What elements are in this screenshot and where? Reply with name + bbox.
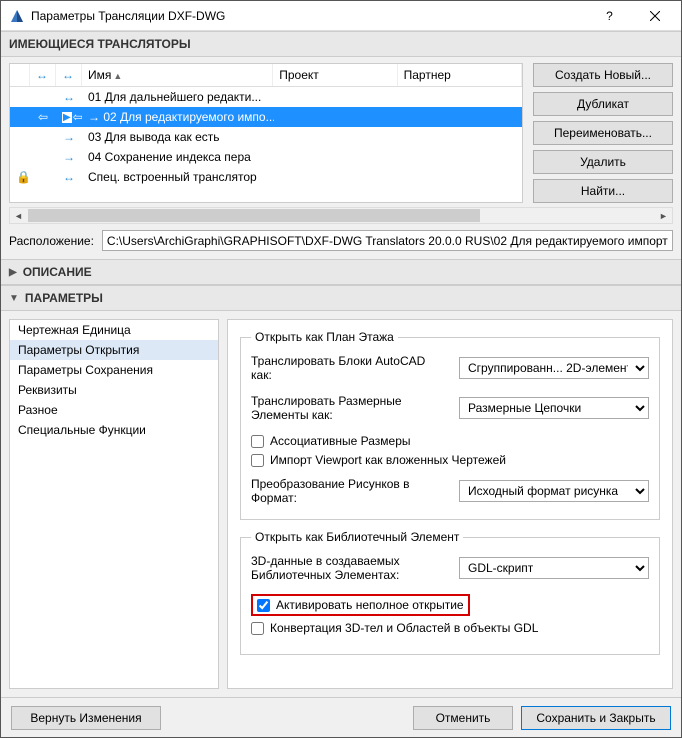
label-convert-3d: Конвертация 3D-тел и Областей в объекты … xyxy=(270,621,538,635)
select-3d-data[interactable]: GDL-скрипт xyxy=(459,557,649,579)
col-partner[interactable]: Партнер xyxy=(398,64,522,86)
revert-button[interactable]: Вернуть Изменения xyxy=(11,706,161,730)
row-name: Спец. встроенный транслятор xyxy=(82,169,274,185)
find-button[interactable]: Найти... xyxy=(533,179,673,203)
settings-panel: Открыть как План Этажа Транслировать Бло… xyxy=(227,319,673,689)
col-name[interactable]: Имя▲ xyxy=(82,64,273,86)
chevron-right-icon: ▶ xyxy=(9,267,17,278)
checkbox-convert-3d[interactable] xyxy=(251,622,264,635)
list-item[interactable]: Специальные Функции xyxy=(10,420,218,440)
highlighted-option: Активировать неполное открытие xyxy=(251,594,470,616)
scroll-left-icon[interactable]: ◄ xyxy=(10,208,27,223)
chevron-down-icon: ▼ xyxy=(9,293,19,304)
scroll-thumb[interactable] xyxy=(28,209,480,222)
col-project[interactable]: Проект xyxy=(273,64,397,86)
table-row[interactable]: ⇦▶⇦→ 02 Для редактируемого импо... xyxy=(10,107,522,127)
footer-buttons: Вернуть Изменения Отменить Сохранить и З… xyxy=(1,697,681,737)
table-row[interactable]: →04 Сохранение индекса пера xyxy=(10,147,522,167)
cancel-button[interactable]: Отменить xyxy=(413,706,513,730)
help-button[interactable]: ? xyxy=(587,2,632,30)
dialog-window: Параметры Трансляции DXF-DWG ? ИМЕЮЩИЕСЯ… xyxy=(0,0,682,738)
select-pictures[interactable]: Исходный формат рисунка xyxy=(459,480,649,502)
arrow-icon: ⇦ xyxy=(73,110,82,124)
checkbox-assoc-dims[interactable] xyxy=(251,435,264,448)
arrow-icon: ⇦ xyxy=(38,110,48,124)
translators-table: ↔ ↔ Имя▲ Проект Партнер ↔01 Для дальнейш… xyxy=(9,63,523,203)
side-buttons: Создать Новый... Дубликат Переименовать.… xyxy=(533,63,673,203)
row-name: 04 Сохранение индекса пера xyxy=(82,149,274,165)
section-description-header[interactable]: ▶ ОПИСАНИЕ xyxy=(1,259,681,285)
label-pictures: Преобразование Рисунков в Формат: xyxy=(251,477,449,505)
play-icon: ▶ xyxy=(62,112,72,123)
rename-button[interactable]: Переименовать... xyxy=(533,121,673,145)
location-input[interactable] xyxy=(102,230,673,251)
checkbox-import-viewport[interactable] xyxy=(251,454,264,467)
table-row[interactable]: 🔒↔Спец. встроенный транслятор xyxy=(10,167,522,187)
group-floorplan: Открыть как План Этажа Транслировать Бло… xyxy=(240,330,660,520)
section-parameters-header[interactable]: ▼ ПАРАМЕТРЫ xyxy=(1,285,681,311)
table-row[interactable]: ↔01 Для дальнейшего редакти... xyxy=(10,87,522,107)
location-label: Расположение: xyxy=(9,234,94,248)
list-item[interactable]: Параметры Открытия xyxy=(10,340,218,360)
table-body: ↔01 Для дальнейшего редакти...⇦▶⇦→ 02 Дл… xyxy=(10,87,522,187)
table-header: ↔ ↔ Имя▲ Проект Партнер xyxy=(10,64,522,87)
duplicate-button[interactable]: Дубликат xyxy=(533,92,673,116)
row-name: → 02 Для редактируемого импо... xyxy=(82,109,274,125)
window-title: Параметры Трансляции DXF-DWG xyxy=(31,9,587,23)
label-assoc-dims: Ассоциативные Размеры xyxy=(270,434,411,448)
checkbox-partial-open[interactable] xyxy=(257,599,270,612)
scroll-right-icon[interactable]: ► xyxy=(655,208,672,223)
col-arrow1[interactable]: ↔ xyxy=(30,64,56,86)
label-blocks: Транслировать Блоки AutoCAD как: xyxy=(251,354,449,382)
row-name: 03 Для вывода как есть xyxy=(82,129,274,145)
list-item[interactable]: Разное xyxy=(10,400,218,420)
category-list: Чертежная ЕдиницаПараметры ОткрытияПарам… xyxy=(9,319,219,689)
row-name: 01 Для дальнейшего редакти... xyxy=(82,89,274,105)
save-button[interactable]: Сохранить и Закрыть xyxy=(521,706,671,730)
section-translators-header: ИМЕЮЩИЕСЯ ТРАНСЛЯТОРЫ xyxy=(1,31,681,57)
app-icon xyxy=(9,8,25,24)
label-partial-open: Активировать неполное открытие xyxy=(276,598,464,612)
label-dims: Транслировать Размерные Элементы как: xyxy=(251,394,449,422)
table-row[interactable]: →03 Для вывода как есть xyxy=(10,127,522,147)
titlebar: Параметры Трансляции DXF-DWG ? xyxy=(1,1,681,31)
select-blocks[interactable]: Сгруппированн... 2D-элементы xyxy=(459,357,649,379)
col-arrow2[interactable]: ↔ xyxy=(56,64,82,86)
sort-asc-icon: ▲ xyxy=(113,71,122,81)
lock-icon: 🔒 xyxy=(16,170,30,184)
list-item[interactable]: Чертежная Единица xyxy=(10,320,218,340)
delete-button[interactable]: Удалить xyxy=(533,150,673,174)
list-item[interactable]: Параметры Сохранения xyxy=(10,360,218,380)
label-import-viewport: Импорт Viewport как вложенных Чертежей xyxy=(270,453,506,467)
select-dims[interactable]: Размерные Цепочки xyxy=(459,397,649,419)
create-button[interactable]: Создать Новый... xyxy=(533,63,673,87)
horizontal-scrollbar[interactable]: ◄ ► xyxy=(9,207,673,224)
close-button[interactable] xyxy=(632,2,677,30)
list-item[interactable]: Реквизиты xyxy=(10,380,218,400)
group-library-element: Открыть как Библиотечный Элемент 3D-данн… xyxy=(240,530,660,655)
label-3d-data: 3D-данные в создаваемых Библиотечных Эле… xyxy=(251,554,449,582)
